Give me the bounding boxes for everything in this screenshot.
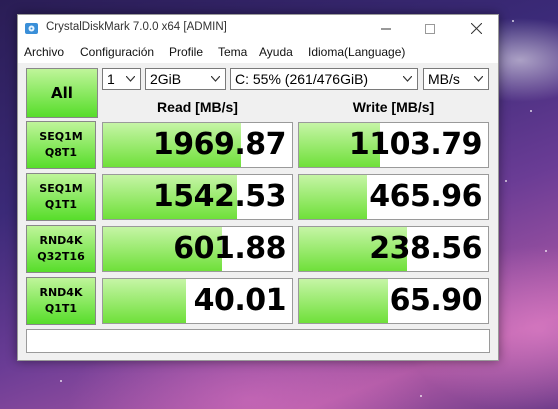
seq1m-q1t1-button[interactable]: SEQ1M Q1T1 [26, 173, 96, 221]
minimize-icon [381, 28, 391, 29]
all-button[interactable]: All [26, 68, 98, 118]
menu-tema[interactable]: Tema [218, 45, 247, 59]
row-label-line2: Q32T16 [37, 250, 85, 263]
read-column-header: Read [MB/s] [157, 99, 238, 115]
write-result-cell: 65.90 [298, 278, 489, 324]
menu-bar: Archivo Configuración Profile Tema Ayuda… [18, 42, 498, 63]
read-result-cell: 601.88 [102, 226, 293, 272]
write-value: 238.56 [369, 231, 482, 266]
row-label-line1: SEQ1M [39, 182, 83, 195]
minimize-button[interactable] [364, 15, 408, 42]
write-result-cell: 465.96 [298, 174, 489, 220]
read-value: 601.88 [173, 231, 286, 266]
row-label-line1: RND4K [39, 234, 83, 247]
read-result-cell: 1969.87 [102, 122, 293, 168]
close-icon [470, 23, 482, 34]
test-count-select[interactable]: 1 [102, 68, 141, 90]
write-value: 465.96 [369, 179, 482, 214]
window-title: CrystalDiskMark 7.0.0 x64 [ADMIN] [46, 21, 227, 33]
menu-ayuda[interactable]: Ayuda [259, 45, 293, 59]
unit-select[interactable]: MB/s [423, 68, 489, 90]
read-value: 1969.87 [152, 127, 287, 162]
menu-profile[interactable]: Profile [169, 45, 203, 59]
write-result-cell: 238.56 [298, 226, 489, 272]
drive-select[interactable]: C: 55% (261/476GiB) [230, 68, 418, 90]
write-progress-bar [299, 175, 368, 219]
write-result-cell: 1103.79 [298, 122, 489, 168]
chevron-down-icon [211, 76, 220, 82]
read-result-cell: 40.01 [102, 278, 293, 324]
maximize-button[interactable] [408, 15, 452, 42]
row-label-line2: Q8T1 [44, 146, 78, 159]
test-size-select[interactable]: 2GiB [145, 68, 226, 90]
row-label-line1: RND4K [39, 286, 83, 299]
seq1m-q8t1-button[interactable]: SEQ1M Q8T1 [26, 121, 96, 169]
unit-value: MB/s [428, 71, 460, 87]
menu-configuracion[interactable]: Configuración [80, 45, 154, 59]
rnd4k-q1t1-button[interactable]: RND4K Q1T1 [26, 277, 96, 325]
chevron-down-icon [474, 76, 483, 82]
crystaldiskmark-window: CrystalDiskMark 7.0.0 x64 [ADMIN] Archiv… [17, 14, 499, 361]
read-value: 40.01 [193, 283, 287, 318]
disk-app-icon [25, 23, 38, 34]
write-column-header: Write [MB/s] [352, 99, 435, 115]
write-progress-bar [299, 279, 388, 323]
write-value: 65.90 [389, 283, 483, 318]
maximize-icon [425, 23, 435, 34]
read-progress-bar [103, 279, 187, 323]
close-button[interactable] [454, 15, 498, 42]
row-label-line2: Q1T1 [44, 198, 78, 211]
menu-archivo[interactable]: Archivo [24, 45, 64, 59]
comment-field[interactable] [26, 329, 490, 353]
test-count-value: 1 [107, 71, 115, 87]
rnd4k-q32t16-button[interactable]: RND4K Q32T16 [26, 225, 96, 273]
test-size-value: 2GiB [150, 71, 182, 87]
read-value: 1542.53 [152, 179, 287, 214]
row-label-line1: SEQ1M [39, 130, 83, 143]
menu-idioma[interactable]: Idioma(Language) [308, 45, 405, 59]
title-bar[interactable]: CrystalDiskMark 7.0.0 x64 [ADMIN] [18, 15, 498, 42]
drive-value: C: 55% (261/476GiB) [235, 71, 369, 87]
row-label-line2: Q1T1 [44, 302, 78, 315]
write-value: 1103.79 [348, 127, 483, 162]
chevron-down-icon [126, 76, 135, 82]
chevron-down-icon [403, 76, 412, 82]
read-result-cell: 1542.53 [102, 174, 293, 220]
